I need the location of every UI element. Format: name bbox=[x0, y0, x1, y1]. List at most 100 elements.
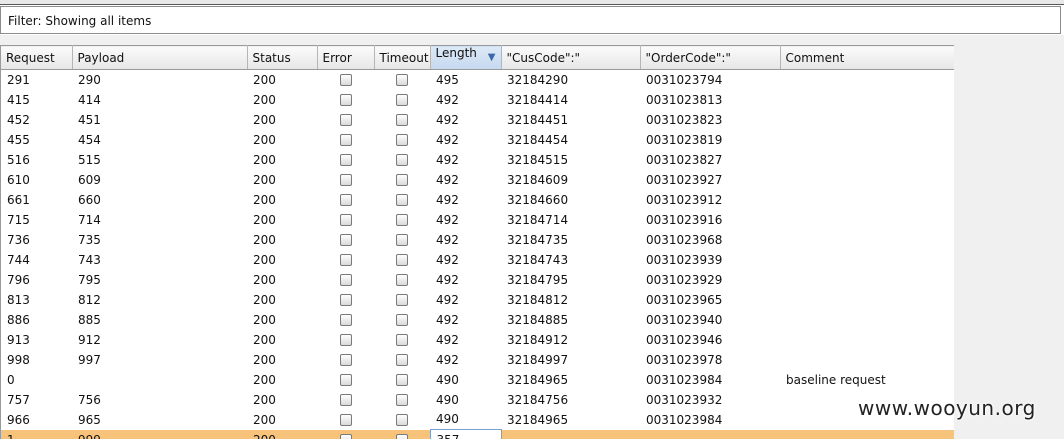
status-cell: 200 bbox=[253, 132, 276, 147]
cus-cell: 32184885 bbox=[507, 312, 569, 327]
cus-cell: 32184965 bbox=[507, 372, 569, 387]
col-header-ordercode[interactable]: "OrderCode":" bbox=[640, 45, 781, 70]
request-cell: 661 bbox=[7, 192, 30, 207]
status-cell: 200 bbox=[253, 272, 276, 287]
checkbox-unchecked-icon bbox=[396, 114, 408, 126]
error-cell bbox=[317, 250, 374, 270]
payload-cell: 414 bbox=[78, 92, 101, 107]
comment-cell bbox=[780, 310, 954, 330]
table-row[interactable]: 452 451 200 492 32184451 0031023823 bbox=[1, 110, 954, 130]
length-cell: 492 bbox=[436, 132, 459, 147]
payload-cell: 812 bbox=[78, 292, 101, 307]
col-header-request[interactable]: Request bbox=[1, 45, 73, 70]
checkbox-unchecked-icon bbox=[396, 274, 408, 286]
comment-cell bbox=[780, 270, 954, 290]
order-cell: 0031023916 bbox=[646, 212, 723, 227]
timeout-cell bbox=[374, 429, 430, 439]
length-cell: 357 bbox=[429, 429, 502, 439]
status-cell: 200 bbox=[253, 392, 276, 407]
checkbox-unchecked-icon bbox=[396, 354, 408, 366]
checkbox-unchecked-icon bbox=[396, 334, 408, 346]
col-header-payload[interactable]: Payload bbox=[72, 45, 248, 70]
length-cell: 492 bbox=[436, 252, 459, 267]
table-row[interactable]: 736 735 200 492 32184735 0031023968 bbox=[1, 230, 954, 250]
table-row[interactable]: 757 756 200 490 32184756 0031023932 bbox=[1, 390, 954, 410]
table-row[interactable]: 291 290 200 495 32184290 0031023794 bbox=[1, 70, 954, 90]
checkbox-unchecked-icon bbox=[396, 294, 408, 306]
payload-cell: 912 bbox=[78, 332, 101, 347]
checkbox-unchecked-icon bbox=[396, 134, 408, 146]
comment-cell bbox=[780, 170, 954, 190]
timeout-cell bbox=[374, 190, 430, 210]
table-row[interactable]: 661 660 200 492 32184660 0031023912 bbox=[1, 190, 954, 210]
table-row[interactable]: 796 795 200 492 32184795 0031023929 bbox=[1, 270, 954, 290]
checkbox-unchecked-icon bbox=[339, 194, 352, 206]
request-cell: 415 bbox=[7, 92, 30, 107]
checkbox-unchecked-icon bbox=[339, 134, 352, 146]
error-cell bbox=[317, 330, 374, 350]
checkbox-unchecked-icon bbox=[339, 374, 352, 386]
error-cell bbox=[317, 230, 374, 250]
col-header-cuscode[interactable]: "CusCode":" bbox=[501, 45, 641, 70]
payload-cell: 756 bbox=[78, 392, 101, 407]
table-row[interactable]: 886 885 200 492 32184885 0031023940 bbox=[1, 310, 954, 330]
request-cell: 998 bbox=[7, 352, 30, 367]
cus-cell: 32184414 bbox=[507, 92, 569, 107]
error-cell bbox=[317, 90, 374, 110]
order-cell: 0031023965 bbox=[646, 292, 723, 307]
cus-cell: 32184795 bbox=[507, 272, 569, 287]
cus-cell: 32184812 bbox=[507, 292, 569, 307]
comment-cell bbox=[780, 350, 954, 370]
table-row[interactable]: 913 912 200 492 32184912 0031023946 bbox=[1, 330, 954, 350]
table-row[interactable]: 998 997 200 492 32184997 0031023978 bbox=[1, 350, 954, 370]
table-row[interactable]: 610 609 200 492 32184609 0031023927 bbox=[1, 170, 954, 190]
table-row[interactable]: 813 812 200 492 32184812 0031023965 bbox=[1, 290, 954, 310]
checkbox-unchecked-icon bbox=[339, 314, 352, 326]
order-cell: 0031023927 bbox=[646, 172, 723, 187]
table-row[interactable]: 0 200 490 32184965 0031023984 baseline reques… bbox=[1, 370, 954, 390]
col-header-comment[interactable]: Comment bbox=[780, 45, 955, 70]
checkbox-unchecked-icon bbox=[396, 254, 408, 266]
table-row[interactable]: 966 965 200 490 32184965 0031023984 bbox=[1, 410, 954, 430]
payload-cell: 609 bbox=[78, 172, 101, 187]
table-header-row: Request Payload Status Error Timeout Len… bbox=[1, 45, 955, 70]
status-cell: 200 bbox=[253, 372, 276, 387]
cus-cell: 32184965 bbox=[507, 412, 569, 427]
payload-cell: 735 bbox=[78, 232, 101, 247]
status-cell: 200 bbox=[253, 352, 276, 367]
payload-cell: 290 bbox=[78, 72, 101, 87]
comment-cell bbox=[780, 190, 954, 210]
checkbox-unchecked-icon bbox=[339, 394, 352, 406]
panel-gap bbox=[0, 35, 1064, 45]
request-cell: 796 bbox=[7, 272, 30, 287]
col-header-timeout[interactable]: Timeout bbox=[374, 45, 431, 70]
filter-bar[interactable]: Filter: Showing all items bbox=[0, 6, 1061, 34]
checkbox-unchecked-icon bbox=[396, 94, 408, 106]
length-cell: 492 bbox=[436, 152, 459, 167]
right-empty-area bbox=[954, 45, 1064, 439]
col-header-length[interactable]: Length ▼ bbox=[430, 45, 502, 70]
col-header-status[interactable]: Status bbox=[247, 45, 318, 70]
request-cell: 813 bbox=[7, 292, 30, 307]
request-cell: 736 bbox=[7, 232, 30, 247]
length-cell: 495 bbox=[436, 72, 459, 87]
table-row[interactable]: 455 454 200 492 32184454 0031023819 bbox=[1, 130, 954, 150]
table-row[interactable]: 744 743 200 492 32184743 0031023939 bbox=[1, 250, 954, 270]
table-row[interactable]: 715 714 200 492 32184714 0031023916 bbox=[1, 210, 954, 230]
timeout-cell bbox=[374, 290, 430, 310]
col-header-error[interactable]: Error bbox=[317, 45, 375, 70]
table-row[interactable]: 516 515 200 492 32184515 0031023827 bbox=[1, 150, 954, 170]
status-cell: 200 bbox=[253, 232, 276, 247]
length-cell: 492 bbox=[436, 292, 459, 307]
timeout-cell bbox=[374, 90, 430, 110]
checkbox-unchecked-icon bbox=[339, 154, 352, 166]
error-cell bbox=[317, 190, 374, 210]
table-row[interactable]: 415 414 200 492 32184414 0031023813 bbox=[1, 90, 954, 110]
payload-cell bbox=[72, 370, 247, 390]
checkbox-unchecked-icon bbox=[395, 434, 408, 439]
comment-cell bbox=[780, 150, 954, 170]
table-row[interactable]: 1999200 357 bbox=[1, 429, 954, 439]
status-cell: 200 bbox=[253, 312, 276, 327]
comment-cell bbox=[780, 210, 954, 230]
length-cell: 492 bbox=[436, 332, 459, 347]
